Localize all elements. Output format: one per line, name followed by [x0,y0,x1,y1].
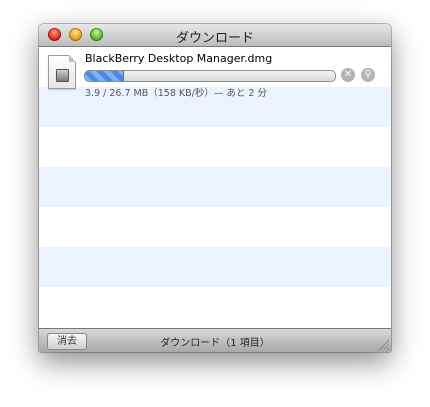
bottom-bar: 消去 ダウンロード（1 項目） [39,328,391,352]
progress-fill [85,71,124,81]
magnifier-icon[interactable]: ⚲ [361,68,375,82]
list-row [39,247,391,287]
window-title: ダウンロード [175,31,254,46]
list-row [39,127,391,167]
download-summary: ダウンロード（1 項目） [160,338,270,349]
downloads-window: ダウンロード BlackBerry Desktop Manager.dmg ✕ … [39,24,391,352]
list-row [39,287,391,327]
download-progress-bar [84,70,336,82]
list-row [39,167,391,207]
title-bar[interactable]: ダウンロード [39,24,391,47]
list-row [39,207,391,247]
dmg-file-icon[interactable] [48,55,76,89]
disk-image-icon [56,69,69,82]
stop-icon[interactable]: ✕ [341,68,355,82]
download-filename: BlackBerry Desktop Manager.dmg [85,52,273,65]
download-status: 3.9 / 26.7 MB（158 KB/秒）— あと 2 分 [85,88,267,99]
